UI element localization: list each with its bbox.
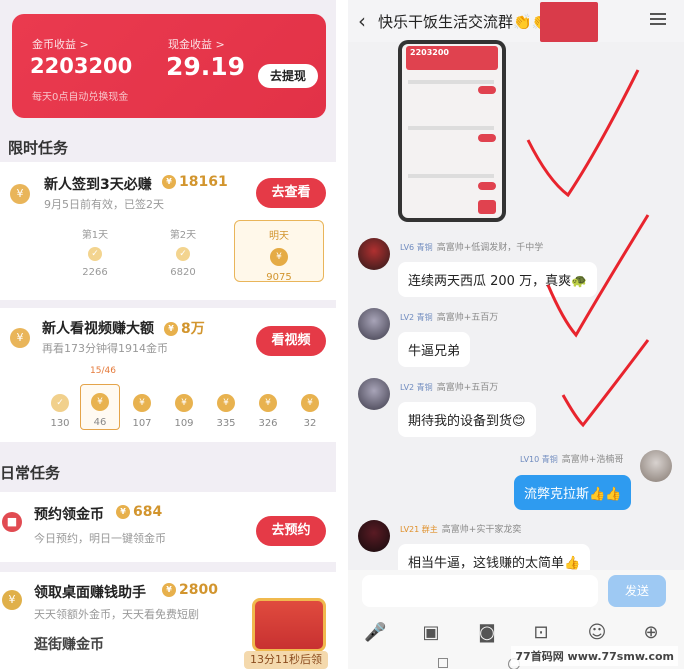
- checkmark-annotations: [526, 69, 650, 428]
- cash-income-label[interactable]: 现金收益 >: [168, 36, 225, 52]
- divider: [336, 0, 348, 669]
- signin-amount: ¥18161: [162, 174, 228, 190]
- checkmark-icon: [546, 214, 650, 338]
- checkmark-icon: [561, 339, 650, 428]
- signin-task: ¥ 新人签到3天必赚 ¥18161 9月5日前有效，已签2天 去查看 第1天 ✓ 2…: [0, 162, 336, 300]
- video-step: ¥326: [248, 394, 288, 429]
- coin-icon: ¥: [164, 322, 178, 336]
- coin-income-value: 2203200: [30, 54, 133, 78]
- gift-icon: ■: [2, 512, 22, 532]
- check-icon: ✓: [88, 247, 102, 261]
- video-step: ✓ 130: [40, 394, 80, 429]
- video-step: ¥335: [206, 394, 246, 429]
- coin-icon: ¥: [270, 248, 288, 266]
- signin-view-button[interactable]: 去查看: [256, 178, 326, 208]
- desktop-amount: ¥2800: [162, 582, 218, 598]
- withdraw-button[interactable]: 去提现: [258, 64, 318, 88]
- bottom-partial-title: 逛街赚金币: [34, 637, 104, 653]
- desktop-subtitle: 天天领额外金币，天天看免费短剧: [34, 608, 199, 621]
- video-step-current[interactable]: ¥46: [80, 384, 120, 430]
- coin-icon: ¥: [116, 505, 130, 519]
- video-step: ¥109: [164, 394, 204, 429]
- check-icon: ✓: [176, 247, 190, 261]
- video-step: ¥32: [290, 394, 330, 429]
- reserve-button[interactable]: 去预约: [256, 516, 326, 546]
- coin-icon: ¥: [2, 590, 22, 610]
- signin-day-2: 第2天 ✓ 6820: [169, 230, 197, 278]
- coin-icon: ¥: [162, 583, 176, 597]
- coin-icon: ¥: [91, 393, 109, 411]
- coin-icon: ¥: [10, 184, 30, 204]
- desktop-title: 领取桌面赚钱助手: [34, 585, 146, 601]
- reserve-task: ■ 预约领金币 ¥684 今日预约，明日一键领金币 去预约: [0, 492, 336, 562]
- limited-tasks-title: 限时任务: [8, 139, 69, 157]
- coin-income-label[interactable]: 金币收益 >: [32, 36, 89, 52]
- reserve-title: 预约领金币: [34, 507, 104, 523]
- daily-tasks-title: 日常任务: [0, 464, 61, 482]
- treasure-chest-icon[interactable]: [252, 598, 326, 652]
- auto-exchange-note: 每天0点自动兑换现金: [32, 92, 129, 103]
- watermark: 77首码网 www.77smw.com: [511, 646, 678, 666]
- income-card: 金币收益 > 2203200 现金收益 > 29.19 每天0点自动兑换现金 去…: [12, 14, 326, 118]
- check-icon: ✓: [51, 394, 69, 412]
- coin-icon: ¥: [162, 175, 176, 189]
- signin-day-tomorrow[interactable]: 明天 ¥9075: [234, 220, 324, 283]
- signin-title: 新人签到3天必赚: [44, 177, 152, 193]
- signin-subtitle: 9月5日前有效，已签2天: [44, 198, 164, 211]
- video-task: ¥ 新人看视频赚大额 ¥8万 再看173分钟得1914金币 看视频 15/46 …: [0, 308, 336, 442]
- video-progress: 15/46: [90, 366, 116, 376]
- chest-timer: 13分11秒后领: [244, 651, 328, 669]
- video-title: 新人看视频赚大额: [42, 321, 154, 337]
- cash-income-value: 29.19: [166, 52, 246, 81]
- coin-icon: ¥: [133, 394, 151, 412]
- coin-icon: ¥: [10, 328, 30, 348]
- coin-icon: ¥: [259, 394, 277, 412]
- video-amount: ¥8万: [164, 318, 205, 338]
- coin-icon: ¥: [175, 394, 193, 412]
- coin-icon: ¥: [301, 394, 319, 412]
- rewards-panel: 金币收益 > 2203200 现金收益 > 29.19 每天0点自动兑换现金 去…: [0, 0, 336, 669]
- watch-video-button[interactable]: 看视频: [256, 326, 326, 356]
- video-step: ¥107: [122, 394, 162, 429]
- checkmark-icon: [526, 69, 640, 198]
- reserve-subtitle: 今日预约，明日一键领金币: [34, 532, 166, 545]
- signin-day-1: 第1天 ✓ 2266: [81, 230, 109, 278]
- coin-icon: ¥: [217, 394, 235, 412]
- composite-screenshot: 金币收益 > 2203200 现金收益 > 29.19 每天0点自动兑换现金 去…: [0, 0, 684, 669]
- video-subtitle: 再看173分钟得1914金币: [42, 342, 168, 355]
- reserve-amount: ¥684: [116, 504, 162, 520]
